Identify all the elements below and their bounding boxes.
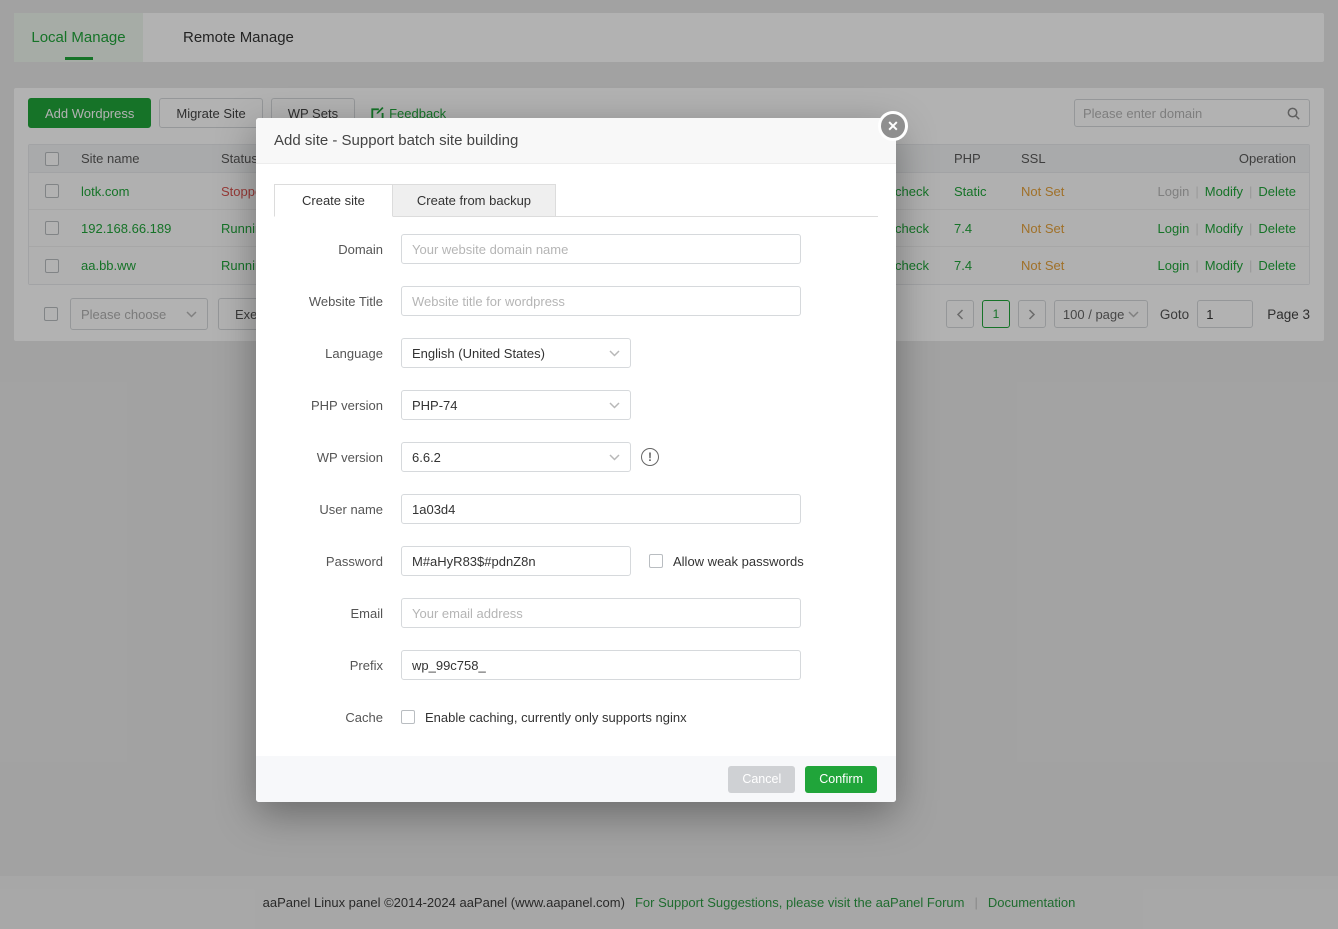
chevron-down-icon xyxy=(609,454,620,461)
password-label: Password xyxy=(274,554,401,569)
website-title-input[interactable] xyxy=(401,286,801,316)
tab-create-from-backup[interactable]: Create from backup xyxy=(393,184,556,217)
modal-body: Create site Create from backup Domain We… xyxy=(256,164,896,732)
domain-input[interactable] xyxy=(401,234,801,264)
cancel-button[interactable]: Cancel xyxy=(728,766,795,793)
confirm-button[interactable]: Confirm xyxy=(805,766,877,793)
modal-tabs: Create site Create from backup xyxy=(274,184,878,217)
user-name-input[interactable] xyxy=(401,494,801,524)
wp-version-label: WP version xyxy=(274,450,401,465)
prefix-label: Prefix xyxy=(274,658,401,673)
cache-label: Cache xyxy=(274,710,401,725)
php-version-value: PHP-74 xyxy=(412,398,458,413)
create-site-form: Domain Website Title Language English (U… xyxy=(274,217,878,732)
language-label: Language xyxy=(274,346,401,361)
tab-create-site[interactable]: Create site xyxy=(274,184,393,217)
language-select[interactable]: English (United States) xyxy=(401,338,631,368)
add-site-modal: ✕ Add site - Support batch site building… xyxy=(256,118,896,802)
prefix-input[interactable] xyxy=(401,650,801,680)
domain-label: Domain xyxy=(274,242,401,257)
password-input[interactable] xyxy=(401,546,631,576)
email-label: Email xyxy=(274,606,401,621)
allow-weak-passwords-checkbox[interactable] xyxy=(649,554,663,568)
user-name-label: User name xyxy=(274,502,401,517)
email-input[interactable] xyxy=(401,598,801,628)
chevron-down-icon xyxy=(609,350,620,357)
modal-footer: Cancel Confirm xyxy=(256,756,896,802)
page: Local Manage Remote Manage Add Wordpress… xyxy=(0,0,1338,929)
wp-version-value: 6.6.2 xyxy=(412,450,441,465)
chevron-down-icon xyxy=(609,402,620,409)
php-version-label: PHP version xyxy=(274,398,401,413)
php-version-select[interactable]: PHP-74 xyxy=(401,390,631,420)
warning-icon[interactable]: ! xyxy=(641,448,659,466)
modal-title: Add site - Support batch site building xyxy=(256,118,896,164)
close-icon[interactable]: ✕ xyxy=(878,111,908,141)
enable-caching-label: Enable caching, currently only supports … xyxy=(425,710,687,725)
language-value: English (United States) xyxy=(412,346,545,361)
allow-weak-passwords-label: Allow weak passwords xyxy=(673,554,804,569)
website-title-label: Website Title xyxy=(274,294,401,309)
wp-version-select[interactable]: 6.6.2 xyxy=(401,442,631,472)
enable-caching-checkbox[interactable] xyxy=(401,710,415,724)
